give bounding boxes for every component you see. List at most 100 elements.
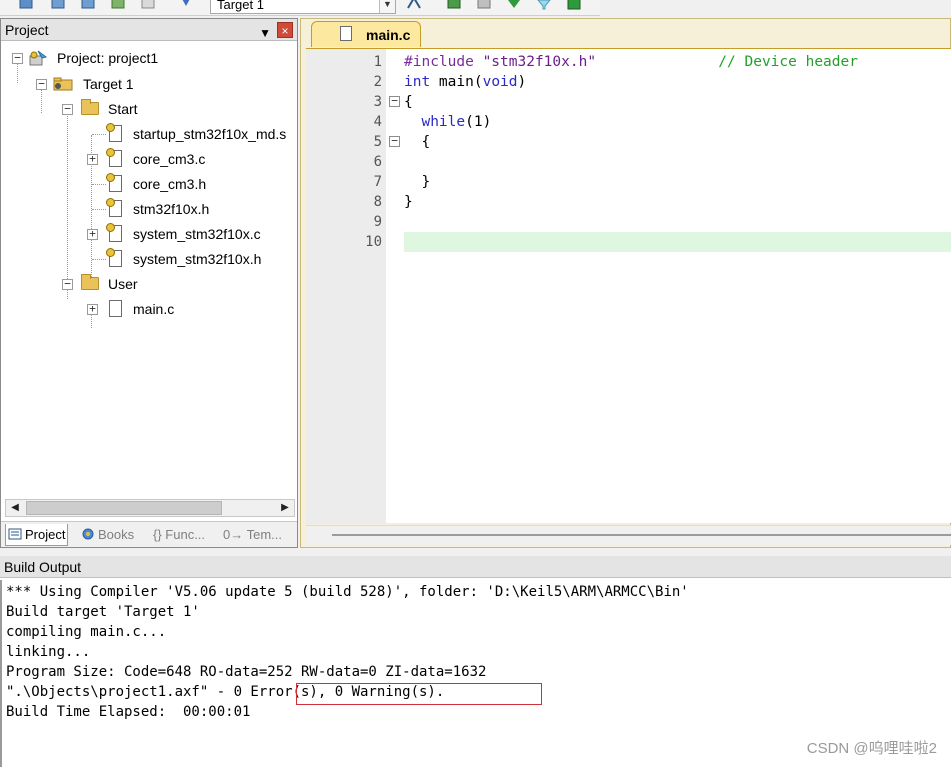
tree-target-label: Target 1 <box>83 76 134 92</box>
code-line[interactable]: 6 <box>306 152 951 172</box>
c-file-icon <box>106 223 122 242</box>
tree-file-core-cm3-h[interactable]: core_cm3.h <box>1 173 295 195</box>
expand-icon[interactable]: + <box>87 153 98 165</box>
chevron-down-icon[interactable]: ▼ <box>379 0 395 13</box>
editor-tab-main-c[interactable]: main.c <box>311 21 421 47</box>
fold-toggle-icon[interactable]: − <box>389 135 400 147</box>
line-number: 6 <box>373 154 382 170</box>
code-line[interactable]: 3−{ <box>306 92 951 112</box>
tab-templates[interactable]: 0→ Tem... <box>223 524 282 546</box>
tree-file-core-cm3-c[interactable]: + core_cm3.c <box>1 148 295 170</box>
line-number: 5 <box>373 134 382 150</box>
project-panel-tabs: Project Books {} Func... 0→ Tem... <box>1 521 297 547</box>
tree-horizontal-scrollbar[interactable]: ◀ ▶ <box>5 499 295 517</box>
close-icon[interactable]: × <box>277 22 293 38</box>
tree-file-label: system_stm32f10x.c <box>133 226 261 242</box>
tab-functions[interactable]: {} Func... <box>153 524 205 546</box>
scroll-right-icon[interactable]: ▶ <box>276 500 294 516</box>
watermark: CSDN @呜哩哇啦2 <box>806 740 937 757</box>
build-output-title: Build Output <box>4 559 82 575</box>
debug-icon[interactable] <box>506 0 522 10</box>
tree-group-start[interactable]: − Start <box>1 98 295 120</box>
tree-file-system-stm32f10x-h[interactable]: system_stm32f10x.h <box>1 248 295 270</box>
batch-build-icon[interactable] <box>18 0 34 10</box>
code-line[interactable]: 4 while(1) <box>306 112 951 132</box>
translate-icon[interactable] <box>140 0 156 10</box>
start-debug-icon[interactable] <box>566 0 582 10</box>
folder-icon <box>81 99 99 115</box>
tree-connector <box>92 184 106 185</box>
tree-group-label: Start <box>108 101 138 117</box>
collapse-icon[interactable]: − <box>62 278 73 290</box>
tab-label: 0→ Tem... <box>223 527 283 542</box>
code-text: { <box>404 92 413 112</box>
collapse-icon[interactable]: − <box>12 52 23 64</box>
tab-label: {} Func... <box>153 527 206 542</box>
project-panel-title: Project <box>5 22 49 38</box>
tab-books[interactable]: Books <box>81 524 134 546</box>
tree-project-node[interactable]: − Project: project1 <box>1 47 295 69</box>
select-packs-icon[interactable] <box>446 0 462 10</box>
header-file-icon <box>106 173 122 192</box>
pack-installer-icon[interactable] <box>476 0 492 10</box>
editor-horizontal-scrollbar[interactable] <box>306 525 951 545</box>
editor-area: main.c 1 #include "stm32f10x.h" // Device… <box>300 18 951 548</box>
build-line: Program Size: Code=648 RO-data=252 RW-da… <box>6 664 487 680</box>
build-output-header: Build Output <box>0 556 951 578</box>
code-token: { <box>404 134 431 150</box>
code-line[interactable]: 1 #include "stm32f10x.h" // Device header <box>306 52 951 72</box>
project-icon <box>29 50 47 66</box>
code-line[interactable]: 7 } <box>306 172 951 192</box>
tree-file-startup[interactable]: startup_stm32f10x_md.s <box>1 123 295 145</box>
tree-file-main-c[interactable]: + main.c <box>1 298 295 320</box>
line-number: 2 <box>373 74 382 90</box>
collapse-icon[interactable]: − <box>62 103 73 115</box>
key-badge-icon <box>106 173 115 182</box>
tree-target-node[interactable]: − Target 1 <box>1 73 295 95</box>
current-line-highlight <box>404 232 951 252</box>
scroll-track[interactable] <box>332 534 951 536</box>
code-line[interactable]: 8} <box>306 192 951 212</box>
asm-file-icon <box>106 123 122 142</box>
tree-group-user[interactable]: − User <box>1 273 295 295</box>
build-line: compiling main.c... <box>6 624 167 640</box>
code-token: } <box>404 174 431 190</box>
code-token: while <box>421 114 466 130</box>
expand-icon[interactable]: + <box>87 228 98 240</box>
c-file-icon <box>109 300 122 317</box>
c-file-icon <box>106 148 122 167</box>
build-icon[interactable] <box>50 0 66 10</box>
target-select[interactable]: Target 1 ▼ <box>210 0 396 14</box>
code-line[interactable]: 2 int main(void) <box>306 72 951 92</box>
code-line[interactable]: 10 <box>306 232 951 252</box>
build-line: Build Time Elapsed: 00:00:01 <box>6 704 251 720</box>
scroll-thumb[interactable] <box>26 501 222 515</box>
rebuild-icon[interactable] <box>80 0 96 10</box>
code-line[interactable]: 9 <box>306 212 951 232</box>
tree-file-label: stm32f10x.h <box>133 201 210 217</box>
tree-file-stm32f10x-h[interactable]: stm32f10x.h <box>1 198 295 220</box>
options-for-target-icon[interactable] <box>178 0 194 10</box>
code-editor[interactable]: 1 #include "stm32f10x.h" // Device header… <box>306 48 951 524</box>
build-line: *** Using Compiler 'V5.06 update 5 (buil… <box>6 584 689 600</box>
manage-components-icon[interactable] <box>406 0 422 10</box>
pin-icon[interactable]: ▼ <box>259 22 271 44</box>
tree-connector <box>92 209 106 210</box>
tree-connector <box>92 259 106 260</box>
build-line: Build target 'Target 1' <box>6 604 200 620</box>
key-badge-icon <box>106 123 115 132</box>
scroll-left-icon[interactable]: ◀ <box>6 500 24 516</box>
code-line[interactable]: 5− { <box>306 132 951 152</box>
key-badge-icon <box>106 198 115 207</box>
line-number: 8 <box>373 194 382 210</box>
expand-icon[interactable]: + <box>87 303 98 315</box>
filter-icon[interactable] <box>536 0 552 10</box>
tab-project[interactable]: Project <box>5 524 69 546</box>
tree-file-system-stm32f10x-c[interactable]: + system_stm32f10x.c <box>1 223 295 245</box>
fold-toggle-icon[interactable]: − <box>389 95 400 107</box>
collapse-icon[interactable]: − <box>36 78 47 90</box>
line-number: 3 <box>373 94 382 110</box>
download-icon[interactable] <box>110 0 126 10</box>
